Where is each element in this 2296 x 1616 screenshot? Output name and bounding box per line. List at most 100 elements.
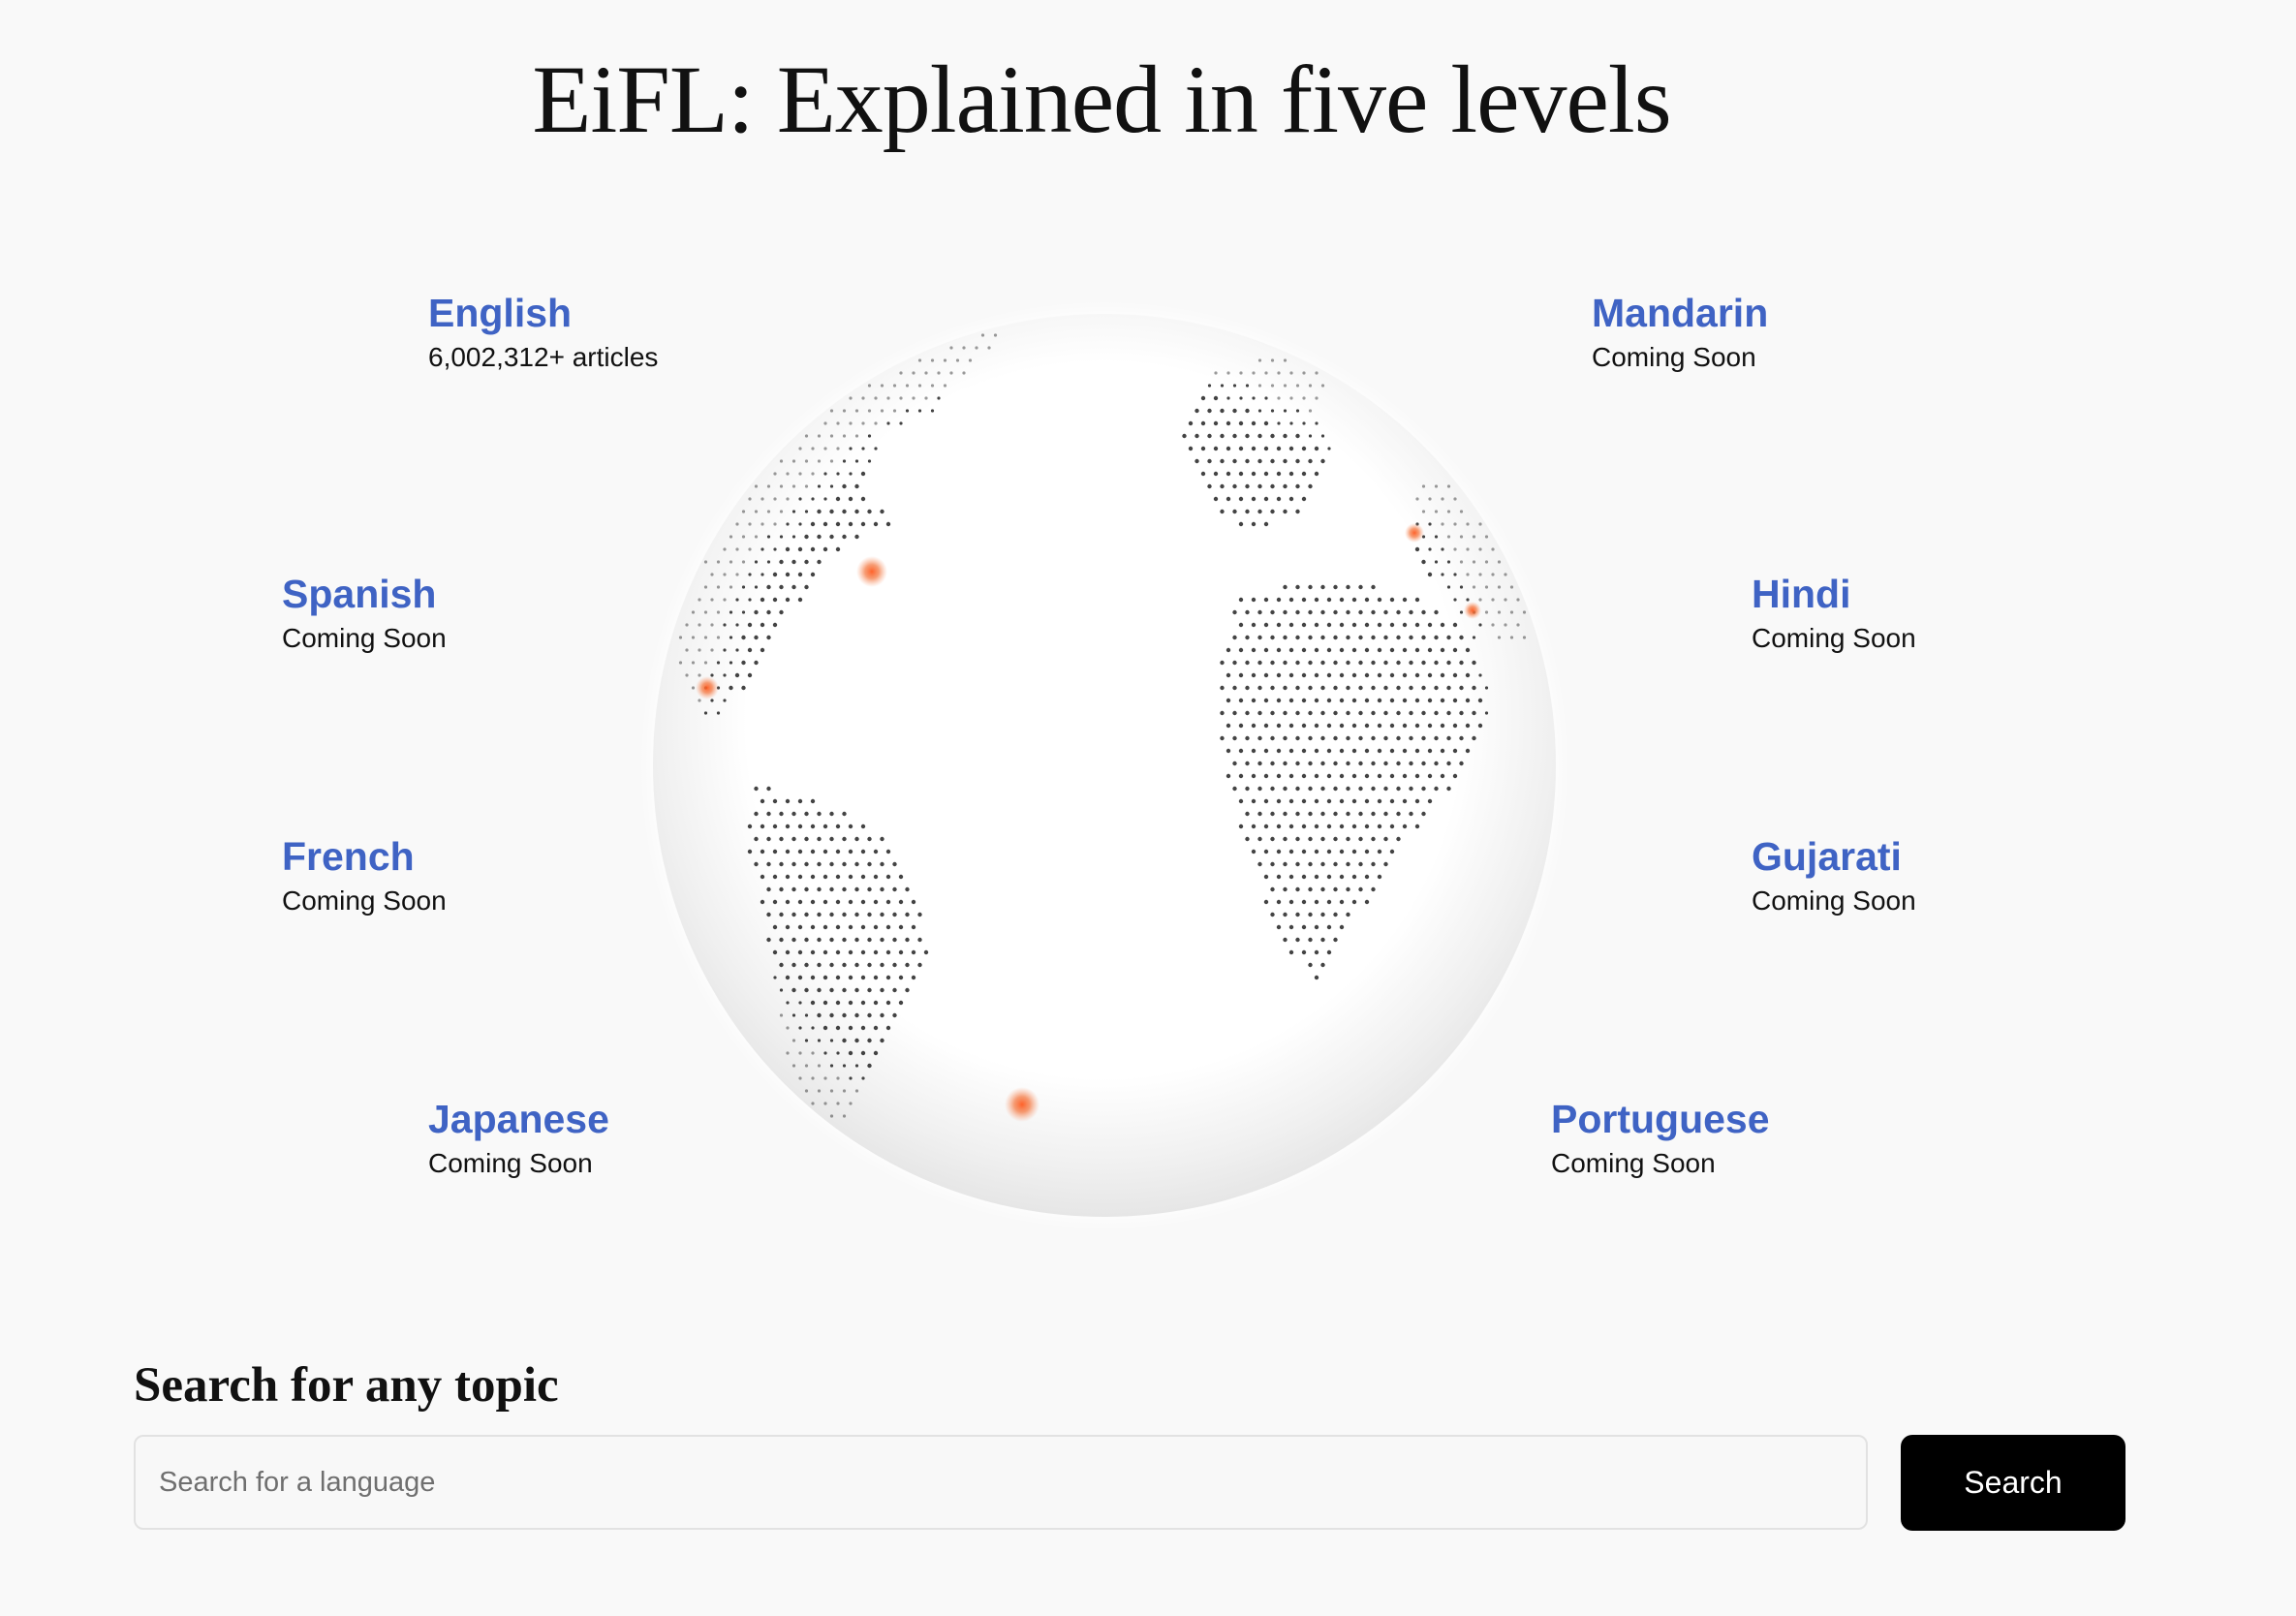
search-button[interactable]: Search	[1901, 1435, 2125, 1531]
search-input[interactable]	[134, 1435, 1868, 1530]
language-name[interactable]: Portuguese	[1551, 1095, 1770, 1143]
land-dot	[911, 899, 916, 905]
land-dot	[703, 560, 708, 564]
land-dot	[1364, 748, 1370, 754]
land-dot	[1308, 434, 1313, 438]
land-dot	[1333, 609, 1338, 615]
land-dot	[1320, 811, 1325, 817]
land-dot	[1308, 886, 1313, 892]
land-dot	[1383, 685, 1388, 691]
land-dot	[835, 874, 841, 880]
language-name[interactable]: Hindi	[1752, 570, 1916, 618]
land-dot	[779, 886, 784, 892]
land-dot	[1364, 849, 1370, 855]
land-dot	[1245, 811, 1250, 817]
language-portuguese[interactable]: Portuguese Coming Soon	[1551, 1095, 1770, 1184]
land-dot	[880, 912, 884, 917]
land-dot	[791, 836, 796, 842]
land-dot	[1263, 622, 1269, 628]
land-dot	[1263, 824, 1269, 829]
land-dot	[1238, 824, 1244, 829]
land-dot	[822, 849, 828, 855]
land-dot	[754, 861, 759, 867]
land-dot	[1314, 698, 1319, 703]
land-dot	[817, 987, 822, 993]
land-dot	[1346, 584, 1350, 590]
land-dot	[873, 924, 879, 930]
land-dot	[1283, 912, 1288, 917]
land-dot	[835, 1000, 841, 1006]
language-name[interactable]: Japanese	[428, 1095, 609, 1143]
land-dot	[798, 1051, 802, 1055]
language-hindi[interactable]: Hindi Coming Soon	[1752, 570, 1916, 659]
language-french[interactable]: French Coming Soon	[282, 832, 447, 921]
land-dot	[1308, 786, 1313, 792]
land-dot	[835, 924, 841, 930]
land-dot	[867, 459, 872, 463]
land-dot	[1276, 748, 1282, 754]
language-mandarin[interactable]: Mandarin Coming Soon	[1592, 289, 1768, 378]
land-dot	[1478, 623, 1482, 627]
language-name[interactable]: French	[282, 832, 447, 881]
land-dot	[1441, 497, 1444, 501]
land-dot	[822, 546, 828, 552]
land-dot	[811, 1076, 815, 1080]
land-dot	[1213, 395, 1219, 401]
land-dot	[885, 849, 891, 855]
land-dot	[860, 849, 866, 855]
land-dot	[861, 396, 865, 400]
land-dot	[1283, 358, 1288, 362]
language-name[interactable]: Spanish	[282, 570, 447, 618]
language-gujarati[interactable]: Gujarati Coming Soon	[1752, 832, 1916, 921]
land-dot	[797, 849, 803, 855]
language-japanese[interactable]: Japanese Coming Soon	[428, 1095, 609, 1184]
land-dot	[867, 937, 872, 943]
land-dot	[1446, 635, 1451, 640]
land-dot	[1288, 849, 1294, 855]
language-name[interactable]: English	[428, 289, 658, 337]
land-dot	[1276, 698, 1282, 703]
land-dot	[798, 447, 802, 451]
language-name[interactable]: Gujarati	[1752, 832, 1916, 881]
land-dot	[1251, 698, 1257, 703]
land-dot	[1270, 685, 1275, 691]
land-dot	[804, 584, 809, 590]
land-dot	[1314, 446, 1319, 451]
land-dot	[842, 483, 847, 489]
land-dot	[734, 672, 740, 678]
land-dot	[911, 924, 916, 930]
land-dot	[867, 912, 872, 917]
land-dot	[691, 636, 696, 639]
land-dot	[1434, 685, 1439, 691]
land-dot	[1364, 647, 1370, 653]
land-dot	[867, 384, 872, 388]
land-dot	[791, 459, 796, 463]
land-dot	[873, 1050, 879, 1056]
land-dot	[1396, 761, 1401, 766]
land-dot	[1371, 584, 1376, 590]
land-dot	[779, 609, 784, 615]
land-dot	[829, 861, 834, 867]
land-dot	[848, 849, 853, 855]
land-dot	[1245, 660, 1250, 666]
land-dot	[1220, 384, 1225, 388]
land-dot	[791, 912, 796, 917]
land-dot	[1434, 735, 1439, 741]
land-dot	[754, 560, 759, 564]
land-dot	[848, 824, 853, 829]
language-spanish[interactable]: Spanish Coming Soon	[282, 570, 447, 659]
land-dot	[811, 472, 815, 476]
land-dot	[842, 962, 847, 968]
language-name[interactable]: Mandarin	[1592, 289, 1768, 337]
land-dot	[1257, 384, 1262, 388]
land-dot	[1263, 647, 1269, 653]
land-dot	[804, 811, 809, 817]
land-dot	[1421, 735, 1426, 741]
land-dot	[1295, 685, 1300, 691]
land-dot	[760, 622, 765, 628]
language-english[interactable]: English 6,002,312+ articles	[428, 289, 658, 378]
land-dot	[842, 1038, 847, 1043]
land-dot	[1377, 597, 1382, 603]
land-dot	[930, 409, 935, 413]
land-dot	[912, 371, 915, 375]
